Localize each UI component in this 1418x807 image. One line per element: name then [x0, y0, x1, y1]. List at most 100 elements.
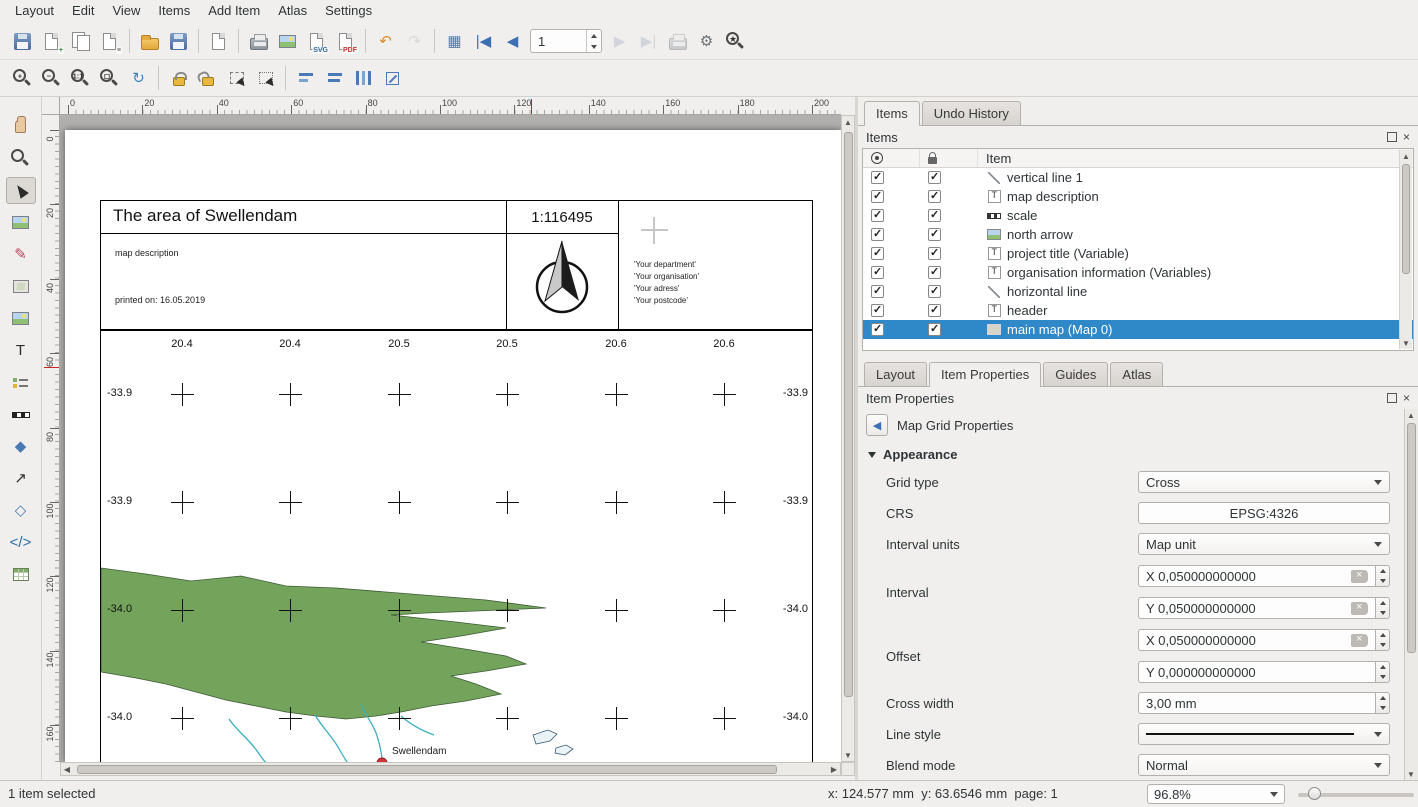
export-svg-button[interactable]: SVG [302, 28, 331, 55]
previous-feature-button[interactable]: ◀ [498, 28, 527, 55]
spin-buttons[interactable] [1375, 597, 1390, 619]
add-shape-button[interactable]: ◆ [6, 433, 36, 460]
layer-item-row[interactable]: north arrow [863, 225, 1413, 244]
lock-checkbox[interactable] [928, 323, 941, 336]
new-layout-button[interactable]: + [37, 28, 66, 55]
add-legend-button[interactable] [6, 369, 36, 396]
next-feature-button[interactable]: ▶ [605, 28, 634, 55]
layer-item-row[interactable]: map description [863, 187, 1413, 206]
zoom-full-button[interactable]: ◻ [95, 65, 124, 92]
float-panel-icon[interactable] [1387, 393, 1397, 403]
back-button[interactable]: ◀ [866, 414, 888, 436]
redo-button[interactable]: ↷ [400, 28, 429, 55]
spin-down-button[interactable] [1376, 672, 1389, 682]
spin-buttons[interactable] [1375, 692, 1390, 714]
clear-icon[interactable] [1351, 602, 1368, 615]
offset-y-spinbox[interactable]: Y 0,000000000000 [1138, 661, 1390, 683]
first-feature-button[interactable]: |◀ [469, 28, 498, 55]
close-panel-icon[interactable]: × [1403, 392, 1410, 404]
scroll-down-icon[interactable]: ▼ [1405, 768, 1417, 780]
menu-atlas[interactable]: Atlas [269, 0, 316, 23]
add-label-button[interactable]: T [6, 337, 36, 364]
export-pdf-button[interactable]: PDF [331, 28, 360, 55]
interval-y-spinbox[interactable]: Y 0,050000000000 [1138, 597, 1390, 619]
scroll-left-icon[interactable]: ◀ [61, 763, 73, 775]
page-number-spinbox[interactable]: 1 [530, 29, 602, 53]
tab-undo-history[interactable]: Undo History [922, 101, 1021, 125]
visibility-checkbox[interactable] [871, 209, 884, 222]
add-arrow-button[interactable]: ↗ [6, 465, 36, 492]
layer-item-row[interactable]: header [863, 301, 1413, 320]
menu-items[interactable]: Items [149, 0, 199, 23]
scroll-up-icon[interactable]: ▲ [1400, 150, 1412, 162]
layout-manager-button[interactable]: ≡ [95, 28, 124, 55]
zoom-full-page-button[interactable]: ★ [721, 28, 750, 55]
tab-item-properties[interactable]: Item Properties [929, 362, 1041, 387]
spin-buttons[interactable] [1375, 661, 1390, 683]
spin-down-button[interactable] [1376, 608, 1389, 618]
layer-item-row[interactable]: main map (Map 0) [863, 320, 1413, 339]
zoom-out-button[interactable]: − [37, 65, 66, 92]
spin-down-button[interactable] [1376, 703, 1389, 713]
scrollbar-thumb[interactable] [77, 765, 777, 774]
blend-mode-combo[interactable]: Normal [1138, 754, 1390, 776]
visibility-checkbox[interactable] [871, 171, 884, 184]
lock-checkbox[interactable] [928, 247, 941, 260]
interval-units-combo[interactable]: Map unit [1138, 533, 1390, 555]
crs-field[interactable]: EPSG:4326 [1138, 502, 1390, 524]
tab-items[interactable]: Items [864, 101, 920, 126]
spin-up-button[interactable] [1376, 566, 1389, 576]
zoom-in-button[interactable]: + [8, 65, 37, 92]
menu-add-item[interactable]: Add Item [199, 0, 269, 23]
layer-item-row[interactable]: project title (Variable) [863, 244, 1413, 263]
menu-settings[interactable]: Settings [316, 0, 381, 23]
scrollbar-thumb[interactable] [844, 132, 853, 697]
tab-guides[interactable]: Guides [1043, 362, 1108, 386]
scroll-down-icon[interactable]: ▼ [1400, 337, 1412, 349]
spin-down-button[interactable] [1376, 576, 1389, 586]
grid-type-combo[interactable]: Cross [1138, 471, 1390, 493]
layer-item-row[interactable]: scale [863, 206, 1413, 225]
scroll-up-icon[interactable]: ▲ [842, 116, 854, 128]
spin-down-button[interactable] [1376, 640, 1389, 650]
layer-item-row[interactable]: horizontal line [863, 282, 1413, 301]
interval-x-spinbox[interactable]: X 0,050000000000 [1138, 565, 1390, 587]
spin-up-button[interactable] [1376, 630, 1389, 640]
spin-buttons[interactable] [586, 30, 601, 52]
scrollbar-thumb[interactable] [1402, 164, 1410, 274]
spin-buttons[interactable] [1375, 565, 1390, 587]
visibility-checkbox[interactable] [871, 247, 884, 260]
items-scrollbar[interactable]: ▲ ▼ [1399, 150, 1412, 349]
resize-items-button[interactable] [378, 65, 407, 92]
save-as-button[interactable] [164, 28, 193, 55]
raise-items-button[interactable] [291, 65, 320, 92]
menu-view[interactable]: View [103, 0, 149, 23]
add-picture-button[interactable] [6, 305, 36, 332]
lock-checkbox[interactable] [928, 304, 941, 317]
spin-down-button[interactable] [587, 41, 601, 52]
add-node-item-button[interactable]: ◇ [6, 497, 36, 524]
zoom-level-combo[interactable]: 96.8% [1147, 784, 1285, 804]
add-map-button[interactable] [6, 273, 36, 300]
slider-knob[interactable] [1308, 787, 1321, 800]
visibility-checkbox[interactable] [871, 304, 884, 317]
map-description-label[interactable]: map description [115, 248, 179, 258]
canvas-vertical-scrollbar[interactable]: ▲ ▼ [841, 115, 855, 762]
clear-icon[interactable] [1351, 570, 1368, 583]
visibility-checkbox[interactable] [871, 266, 884, 279]
undo-button[interactable]: ↶ [371, 28, 400, 55]
print-atlas-button[interactable] [663, 28, 692, 55]
layer-item-row[interactable]: vertical line 1 [863, 168, 1413, 187]
organisation-info[interactable]: 'Your department''Your organisation''You… [634, 259, 699, 307]
header-block[interactable]: The area of Swellendam 1:116495 map desc… [100, 200, 813, 330]
layout-canvas[interactable]: The area of Swellendam 1:116495 map desc… [60, 115, 841, 762]
tab-layout[interactable]: Layout [864, 362, 927, 386]
lock-checkbox[interactable] [928, 228, 941, 241]
offset-x-spinbox[interactable]: X 0,050000000000 [1138, 629, 1390, 651]
add-html-button[interactable]: </> [6, 529, 36, 556]
lock-checkbox[interactable] [928, 171, 941, 184]
pan-layout-tool[interactable] [6, 113, 36, 140]
print-button[interactable] [244, 28, 273, 55]
visibility-checkbox[interactable] [871, 190, 884, 203]
scroll-down-icon[interactable]: ▼ [842, 749, 854, 761]
